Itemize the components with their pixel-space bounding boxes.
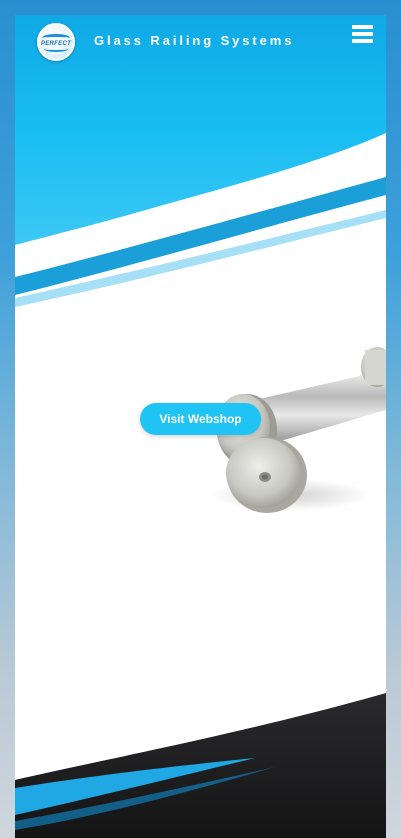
site-title: Glass Railing Systems: [94, 33, 295, 48]
hamburger-menu-icon[interactable]: [352, 25, 373, 43]
top-navigation-bar: PERFECT Glass Railing Systems: [15, 15, 386, 67]
visit-webshop-button[interactable]: Visit Webshop: [140, 403, 261, 435]
brand-logo[interactable]: PERFECT: [37, 23, 75, 61]
logo-swoosh-bottom-icon: [44, 46, 68, 52]
page-frame: PERFECT Glass Railing Systems Visit Webs…: [15, 15, 386, 838]
